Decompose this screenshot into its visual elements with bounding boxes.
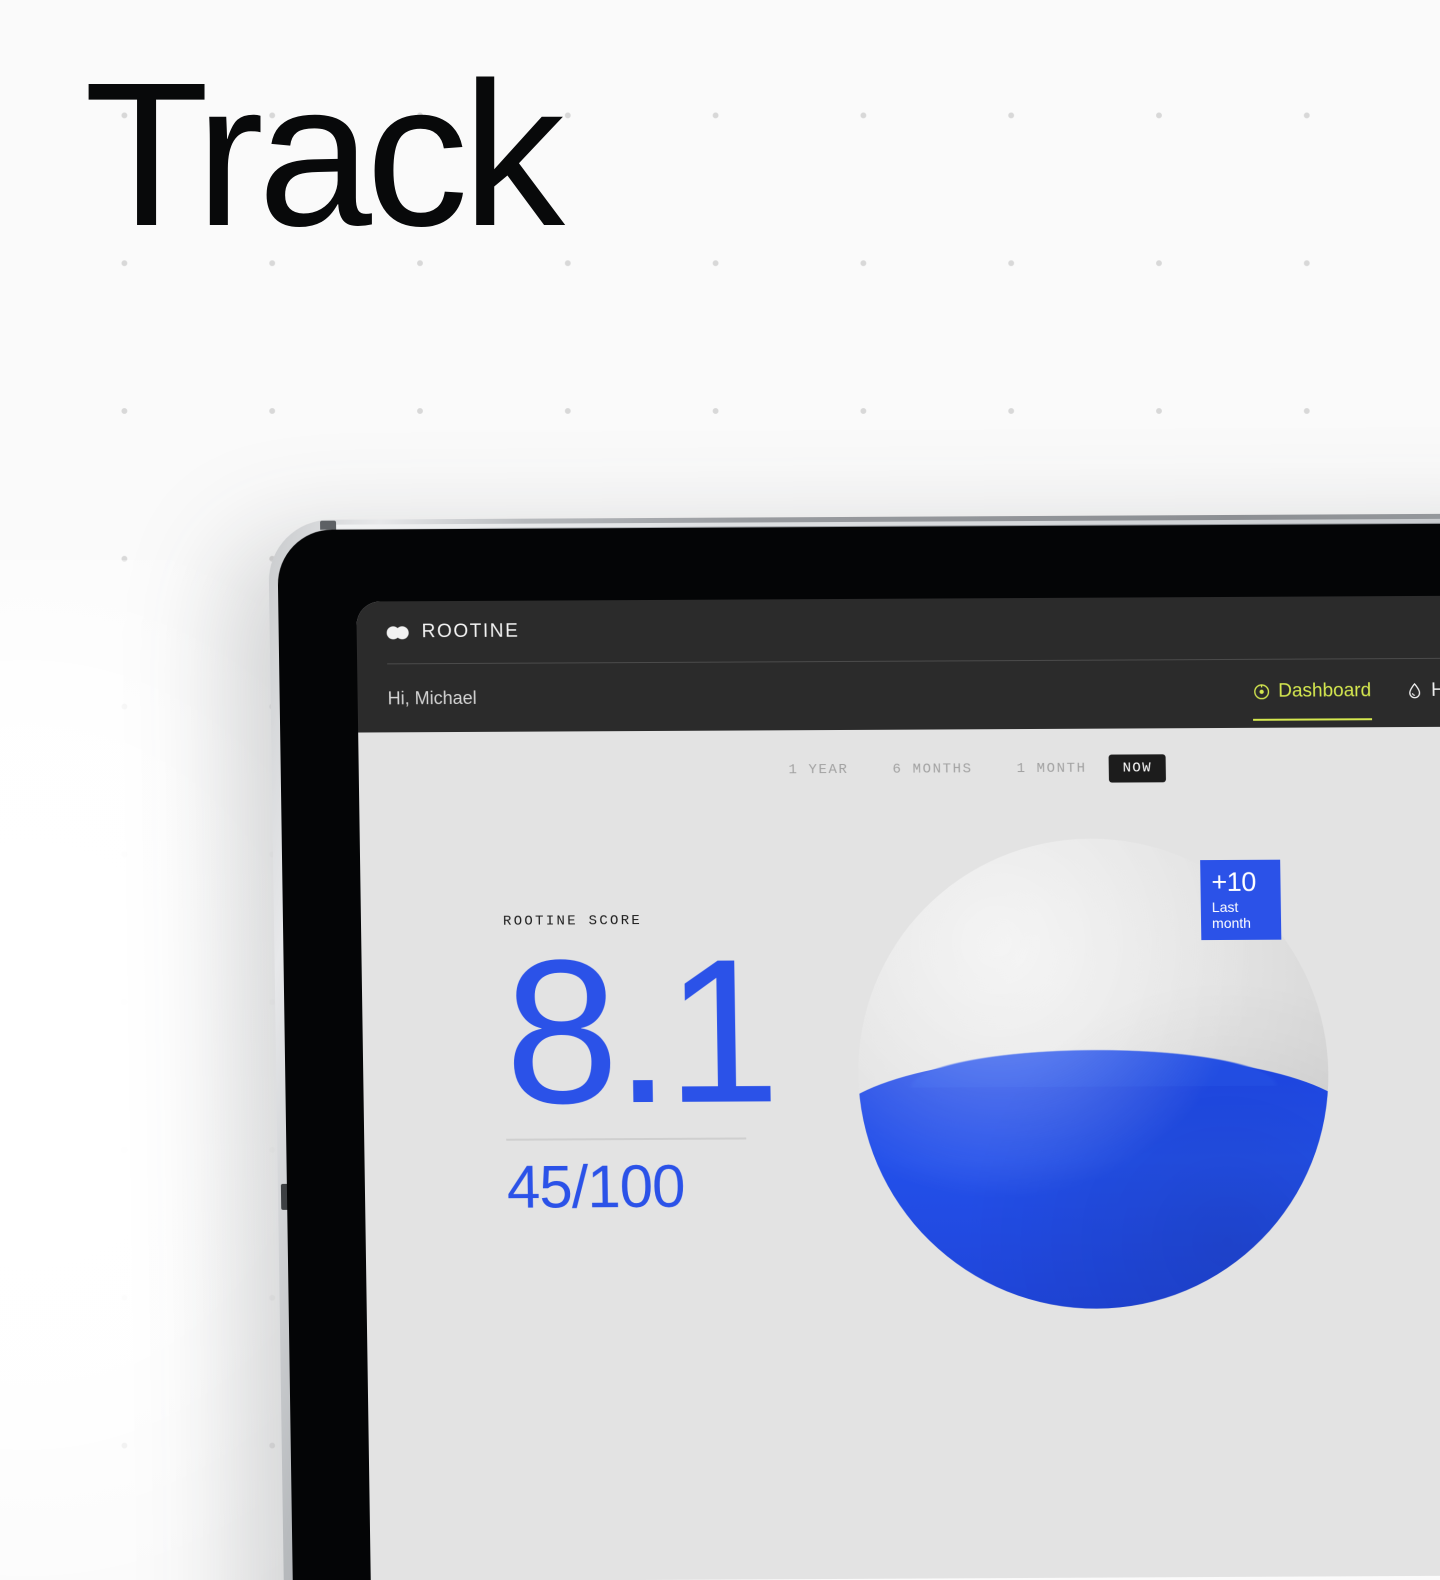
nav-tabs: Dashboard Health Summary xyxy=(1252,679,1440,707)
brand-name: ROOTINE xyxy=(421,620,520,643)
header-top-bar: ROOTINE Shop S xyxy=(386,595,1440,664)
page-title: Track xyxy=(84,40,565,269)
rootine-dots-logo-icon xyxy=(386,625,413,639)
power-button[interactable] xyxy=(320,520,337,530)
bottom-cards-strip: GENETICS Get DNA Test BLOOD Get Blood Te… xyxy=(370,1574,1440,1580)
sphere-fill-level xyxy=(854,1053,1332,1310)
greeting-text: Hi, Michael xyxy=(387,687,477,708)
tablet-device-mockup: ROOTINE Shop S Hi, Michael xyxy=(268,513,1440,1580)
time-range-selector: 1 YEAR 6 MONTHS 1 MONTH NOW xyxy=(356,726,1440,787)
range-option-6-months[interactable]: 6 MONTHS xyxy=(870,755,994,784)
tab-health-summary[interactable]: Health Summary xyxy=(1405,679,1440,706)
tab-health-summary-label: Health Summary xyxy=(1431,679,1440,701)
delta-value: +10 xyxy=(1211,866,1257,898)
score-delta-badge: +10 Last month xyxy=(1200,859,1282,941)
rootine-score-block: ROOTINE SCORE 8.1 45/100 xyxy=(502,912,777,1221)
score-value: 8.1 xyxy=(502,916,777,1147)
tab-dashboard[interactable]: Dashboard xyxy=(1252,680,1371,707)
app-header: ROOTINE Shop S Hi, Michael xyxy=(356,594,1440,733)
tab-dashboard-label: Dashboard xyxy=(1278,680,1372,702)
header-bottom-bar: Hi, Michael Dashboard Health xyxy=(387,658,1440,733)
range-option-1-year[interactable]: 1 YEAR xyxy=(766,756,870,785)
delta-caption: Last month xyxy=(1211,898,1252,932)
score-sphere-gauge: +10 Last month xyxy=(854,837,1332,1310)
range-option-1-month[interactable]: 1 MONTH xyxy=(994,755,1108,784)
droplet-icon xyxy=(1408,682,1420,699)
score-fraction: 45/100 xyxy=(506,1152,685,1221)
range-option-now[interactable]: NOW xyxy=(1108,754,1167,783)
app-screen: ROOTINE Shop S Hi, Michael xyxy=(356,594,1440,1580)
brand-logo[interactable]: ROOTINE xyxy=(386,620,520,644)
app-body: 1 YEAR 6 MONTHS 1 MONTH NOW ROOTINE SCOR… xyxy=(358,726,1440,1580)
device-bezel: ROOTINE Shop S Hi, Michael xyxy=(277,523,1440,1580)
target-icon xyxy=(1253,684,1269,700)
